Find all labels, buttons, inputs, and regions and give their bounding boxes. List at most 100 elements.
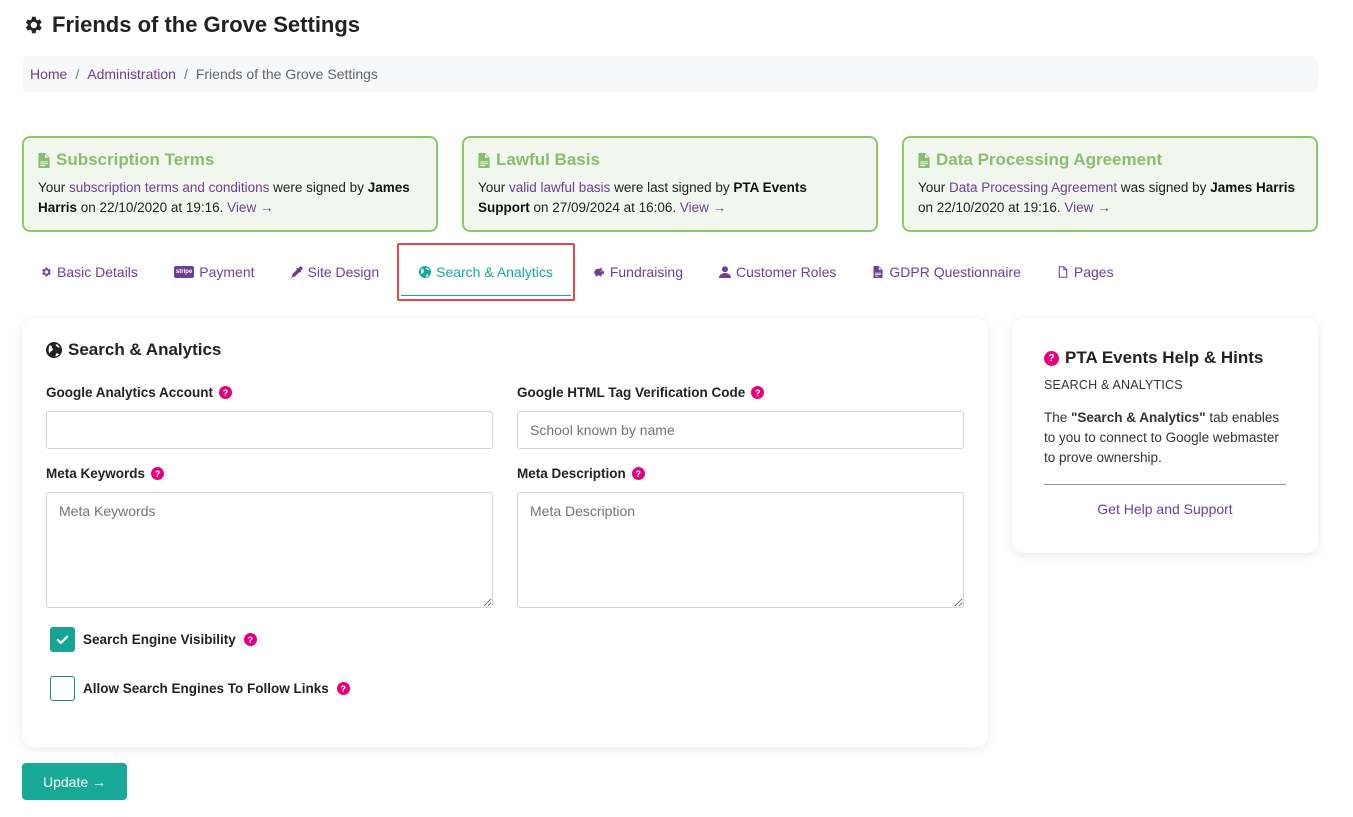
tab-label: Fundraising <box>609 264 683 280</box>
user-icon <box>719 266 731 278</box>
meta-description-textarea[interactable] <box>517 492 964 608</box>
tab-basic-details[interactable]: Basic Details <box>22 246 156 298</box>
view-link[interactable]: View → <box>680 200 726 215</box>
google-analytics-input[interactable] <box>46 411 493 449</box>
get-help-link[interactable]: Get Help and Support <box>1044 501 1286 517</box>
subscription-terms-link[interactable]: subscription terms and conditions <box>69 180 269 195</box>
divider <box>1044 484 1286 485</box>
google-tag-verification-input[interactable] <box>517 411 964 449</box>
tab-search-analytics[interactable]: Search & Analytics <box>401 248 571 296</box>
file-contract-icon <box>873 266 883 278</box>
tab-fundraising[interactable]: Fundraising <box>575 246 701 298</box>
tab-label: Pages <box>1073 264 1114 280</box>
tab-label: Payment <box>199 264 255 280</box>
help-icon[interactable]: ? <box>219 386 233 399</box>
file-signature-icon <box>38 152 50 168</box>
card-text: Your Data Processing Agreement was signe… <box>918 178 1302 218</box>
search-engine-visibility-checkbox[interactable] <box>50 627 75 652</box>
eyedropper-icon <box>290 266 303 278</box>
card-text-pre: Your <box>38 180 70 195</box>
breadcrumb-home[interactable]: Home <box>30 66 67 82</box>
google-tag-verification-label: Google HTML Tag Verification Code ? <box>517 385 765 400</box>
help-title: ? PTA Events Help & Hints <box>1044 348 1286 368</box>
meta-description-label: Meta Description ? <box>517 466 645 481</box>
card-text-post: on 22/10/2020 at 19:16. <box>77 200 228 215</box>
gear-icon <box>25 16 42 34</box>
card-text-pre: Your <box>478 180 510 195</box>
follow-links-row: Allow Search Engines To Follow Links ? <box>50 676 350 701</box>
section-title-text: Search & Analytics <box>68 340 222 359</box>
breadcrumb-administration[interactable]: Administration <box>87 66 176 82</box>
piggy-bank-icon <box>594 267 604 277</box>
checkbox-label: Search Engine Visibility <box>83 632 236 647</box>
label-text: Meta Keywords <box>46 466 146 481</box>
settings-tabs: Basic Details stripe Payment Site Design… <box>22 243 1132 301</box>
meta-keywords-label: Meta Keywords ? <box>46 466 165 481</box>
help-title-text: PTA Events Help & Hints <box>1065 348 1264 367</box>
card-title: Data Processing Agreement <box>918 150 1302 170</box>
globe-icon <box>46 342 62 358</box>
tab-site-design[interactable]: Site Design <box>273 246 398 298</box>
breadcrumb: Home / Administration / Friends of the G… <box>22 56 1318 92</box>
stripe-icon: stripe <box>173 266 195 278</box>
card-title: Lawful Basis <box>478 150 862 170</box>
cog-icon <box>42 267 51 277</box>
help-body: The "Search & Analytics" tab enables to … <box>1044 408 1286 468</box>
data-processing-agreement-card: Data Processing Agreement Your Data Proc… <box>902 136 1318 232</box>
card-title-text: Lawful Basis <box>496 150 600 169</box>
tab-pages[interactable]: Pages <box>1039 246 1132 298</box>
update-button[interactable]: Update → <box>22 763 127 800</box>
label-text: Google HTML Tag Verification Code <box>517 385 746 400</box>
help-icon[interactable]: ? <box>151 467 165 480</box>
help-icon[interactable]: ? <box>243 633 257 646</box>
help-icon[interactable]: ? <box>336 682 350 695</box>
card-text-pre: Your <box>918 180 950 195</box>
tab-label: Basic Details <box>57 264 138 280</box>
breadcrumb-separator: / <box>183 66 188 82</box>
follow-links-checkbox[interactable] <box>50 676 75 701</box>
signer-name: James Harris <box>1210 180 1295 195</box>
card-text: Your valid lawful basis were last signed… <box>478 178 862 218</box>
tab-label: Search & Analytics <box>436 263 553 280</box>
help-body-pre: The <box>1044 410 1072 425</box>
file-signature-icon <box>918 152 930 168</box>
card-text-mid: was signed by <box>1117 180 1211 195</box>
subscription-terms-card: Subscription Terms Your subscription ter… <box>22 136 438 232</box>
data-processing-agreement-link[interactable]: Data Processing Agreement <box>949 180 1117 195</box>
globe-icon <box>419 265 432 278</box>
card-title-text: Data Processing Agreement <box>936 150 1163 169</box>
page-title: Friends of the Grove Settings <box>22 12 360 38</box>
view-link[interactable]: View → <box>227 200 273 215</box>
card-title-text: Subscription Terms <box>56 150 215 169</box>
meta-keywords-textarea[interactable] <box>46 492 493 608</box>
section-title: Search & Analytics <box>46 340 964 360</box>
help-icon[interactable]: ? <box>751 386 765 399</box>
search-engine-visibility-row: Search Engine Visibility ? <box>50 627 257 652</box>
active-tab-highlight: Search & Analytics <box>397 243 575 301</box>
lawful-basis-link[interactable]: valid lawful basis <box>509 180 610 195</box>
search-analytics-panel: Search & Analytics Google Analytics Acco… <box>22 318 988 747</box>
help-hints-panel: ? PTA Events Help & Hints SEARCH & ANALY… <box>1012 318 1318 553</box>
lawful-basis-card: Lawful Basis Your valid lawful basis wer… <box>462 136 878 232</box>
card-text-post: on 22/10/2020 at 19:16. <box>918 200 1065 215</box>
label-text: Meta Description <box>517 466 626 481</box>
help-subtitle: SEARCH & ANALYTICS <box>1044 378 1183 392</box>
card-text: Your subscription terms and conditions w… <box>38 178 422 218</box>
question-circle-icon: ? <box>1044 350 1059 366</box>
checkbox-label: Allow Search Engines To Follow Links <box>83 681 329 696</box>
tab-payment[interactable]: stripe Payment <box>156 246 273 298</box>
help-body-bold: "Search & Analytics" <box>1071 410 1206 425</box>
tab-gdpr-questionnaire[interactable]: GDPR Questionnaire <box>854 246 1039 298</box>
page-title-text: Friends of the Grove Settings <box>52 12 361 37</box>
tab-label: GDPR Questionnaire <box>889 264 1021 280</box>
card-title: Subscription Terms <box>38 150 422 170</box>
tab-label: Customer Roles <box>736 264 837 280</box>
google-analytics-label: Google Analytics Account ? <box>46 385 233 400</box>
view-link[interactable]: View → <box>1064 200 1110 215</box>
card-text-mid: were signed by <box>269 180 368 195</box>
agreement-cards: Subscription Terms Your subscription ter… <box>22 136 1318 232</box>
card-text-mid: were last signed by <box>610 180 734 195</box>
help-icon[interactable]: ? <box>631 467 645 480</box>
card-text-post: on 27/09/2024 at 16:06. <box>529 200 680 215</box>
tab-customer-roles[interactable]: Customer Roles <box>701 246 854 298</box>
